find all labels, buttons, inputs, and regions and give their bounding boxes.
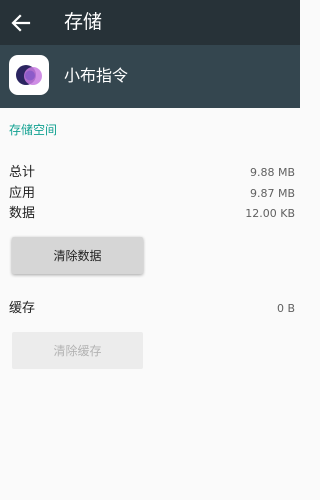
app-header: 小布指令 bbox=[0, 45, 300, 108]
data-size-value: 12.00 KB bbox=[245, 207, 295, 220]
toolbar: 存储 bbox=[0, 0, 300, 45]
data-size-label: 数据 bbox=[9, 206, 36, 221]
app-name: 小布指令 bbox=[64, 66, 129, 85]
back-button[interactable] bbox=[6, 8, 36, 38]
storage-section-title: 存储空间 bbox=[9, 123, 58, 137]
xiaobu-app-icon bbox=[16, 65, 42, 85]
cache-label: 缓存 bbox=[9, 301, 36, 316]
clear-data-button[interactable]: 清除数据 bbox=[12, 237, 143, 274]
arrow-left-icon bbox=[11, 14, 31, 32]
total-value: 9.88 MB bbox=[249, 166, 295, 179]
total-label: 总计 bbox=[9, 165, 36, 180]
app-size-value: 9.87 MB bbox=[249, 187, 295, 200]
app-size-label: 应用 bbox=[9, 186, 36, 201]
cache-value: 0 B bbox=[276, 302, 295, 315]
app-icon bbox=[9, 55, 49, 95]
page-title: 存储 bbox=[64, 11, 103, 33]
clear-cache-button[interactable]: 清除缓存 bbox=[12, 332, 143, 369]
